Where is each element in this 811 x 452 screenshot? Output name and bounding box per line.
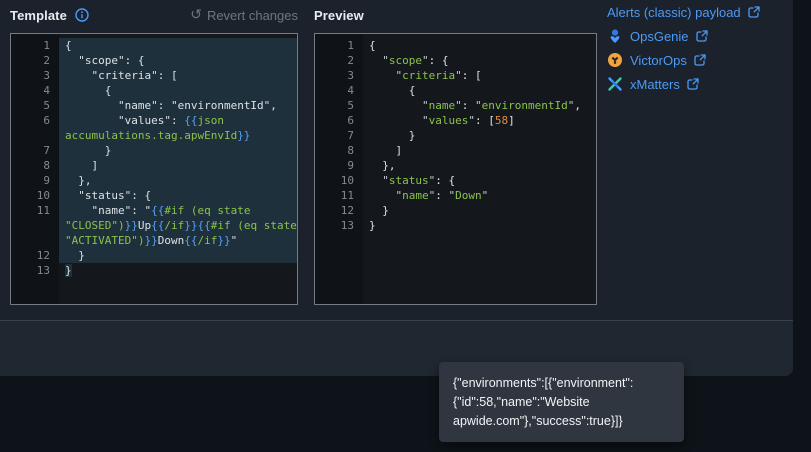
line-number: 13: [315, 218, 363, 233]
line-number: 1: [11, 38, 59, 53]
code-line-1: 1{: [315, 38, 596, 53]
preview-code-pane: 1{2 "scope": {3 "criteria": [4 {5 "name"…: [314, 33, 597, 305]
opsgenie-icon: [607, 28, 623, 44]
code-line-9: 9 },: [11, 173, 297, 188]
sidebar-link-opsgenie[interactable]: OpsGenie: [607, 26, 793, 46]
code-line-8: 8 ]: [11, 158, 297, 173]
code-line-7: 7 }: [315, 128, 596, 143]
sidebar-link-label: Alerts (classic) payload: [607, 5, 741, 20]
revert-icon: ↺: [190, 7, 202, 21]
line-number: 13: [11, 263, 59, 278]
code-line-8: 8 ]: [315, 143, 596, 158]
sidebar-link-alerts-classic-payload[interactable]: Alerts (classic) payload: [607, 2, 793, 22]
xmatters-icon: [607, 76, 623, 92]
code-line-5: 5 "name": "environmentId",: [11, 98, 297, 113]
template-header: Template ↺ Revert changes: [10, 6, 298, 24]
line-number: 7: [11, 143, 59, 158]
code-line-13: 13}: [315, 218, 596, 233]
code-line-10: 10 "status": {: [315, 173, 596, 188]
line-number: 12: [315, 203, 363, 218]
line-number: 4: [11, 83, 59, 98]
code-line-2: 2 "scope": {: [315, 53, 596, 68]
line-number: 7: [315, 128, 363, 143]
code-line-6: 6 "values": {{json accumulations.tag.apw…: [11, 113, 297, 143]
payload-links-sidebar: Alerts (classic) payload OpsGenie VictorOp…: [607, 2, 793, 98]
line-number: 8: [315, 143, 363, 158]
revert-changes-label: Revert changes: [207, 8, 298, 23]
line-number: 11: [11, 203, 59, 248]
preview-title: Preview: [314, 8, 364, 23]
line-number: 11: [315, 188, 363, 203]
code-line-9: 9 },: [315, 158, 596, 173]
external-link-icon: [694, 54, 706, 66]
code-line-7: 7 }: [11, 143, 297, 158]
screen: Template ↺ Revert changes Preview 1{2 "s…: [0, 0, 811, 452]
external-link-icon: [748, 6, 760, 18]
preview-header: Preview: [314, 6, 597, 24]
sidebar-link-label: VictorOps: [630, 53, 687, 68]
template-title: Template: [10, 8, 67, 23]
line-number: 9: [11, 173, 59, 188]
code-line-10: 10 "status": {: [11, 188, 297, 203]
line-number: 8: [11, 158, 59, 173]
line-number: 3: [315, 68, 363, 83]
code-line-11: 11 "name": "{{#if (eq state "CLOSED")}}U…: [11, 203, 297, 248]
external-link-icon: [696, 30, 708, 42]
line-number: 12: [11, 248, 59, 263]
info-icon[interactable]: [75, 8, 89, 22]
code-line-12: 12 }: [315, 203, 596, 218]
line-number: 6: [315, 113, 363, 128]
sidebar-link-victorops[interactable]: VictorOps: [607, 50, 793, 70]
code-line-12: 12 }: [11, 248, 297, 263]
line-number: 10: [11, 188, 59, 203]
sidebar-link-label: OpsGenie: [630, 29, 689, 44]
line-number: 1: [315, 38, 363, 53]
external-link-icon: [687, 78, 699, 90]
code-line-2: 2 "scope": {: [11, 53, 297, 68]
code-line-3: 3 "criteria": [: [11, 68, 297, 83]
line-number: 5: [11, 98, 59, 113]
line-number: 3: [11, 68, 59, 83]
code-line-5: 5 "name": "environmentId",: [315, 98, 596, 113]
line-number: 4: [315, 83, 363, 98]
code-line-3: 3 "criteria": [: [315, 68, 596, 83]
code-line-4: 4 {: [11, 83, 297, 98]
revert-changes-button[interactable]: ↺ Revert changes: [190, 8, 298, 23]
code-line-1: 1{: [11, 38, 297, 53]
line-number: 2: [315, 53, 363, 68]
code-line-4: 4 {: [315, 83, 596, 98]
line-number: 2: [11, 53, 59, 68]
victorops-icon: [607, 52, 623, 68]
notification-template-dialog: Template ↺ Revert changes Preview 1{2 "s…: [0, 0, 793, 376]
test-result-tooltip: {"environments":[{"environment": {"id":5…: [439, 362, 684, 442]
template-code-editor[interactable]: 1{2 "scope": {3 "criteria": [4 {5 "name"…: [10, 33, 298, 305]
line-number: 10: [315, 173, 363, 188]
sidebar-link-label: xMatters: [630, 77, 680, 92]
code-line-13: 13}: [11, 263, 297, 278]
code-line-6: 6 "values": [58]: [315, 113, 596, 128]
line-number: 5: [315, 98, 363, 113]
code-line-11: 11 "name": "Down": [315, 188, 596, 203]
sidebar-link-xmatters[interactable]: xMatters: [607, 74, 793, 94]
line-number: 6: [11, 113, 59, 143]
line-number: 9: [315, 158, 363, 173]
